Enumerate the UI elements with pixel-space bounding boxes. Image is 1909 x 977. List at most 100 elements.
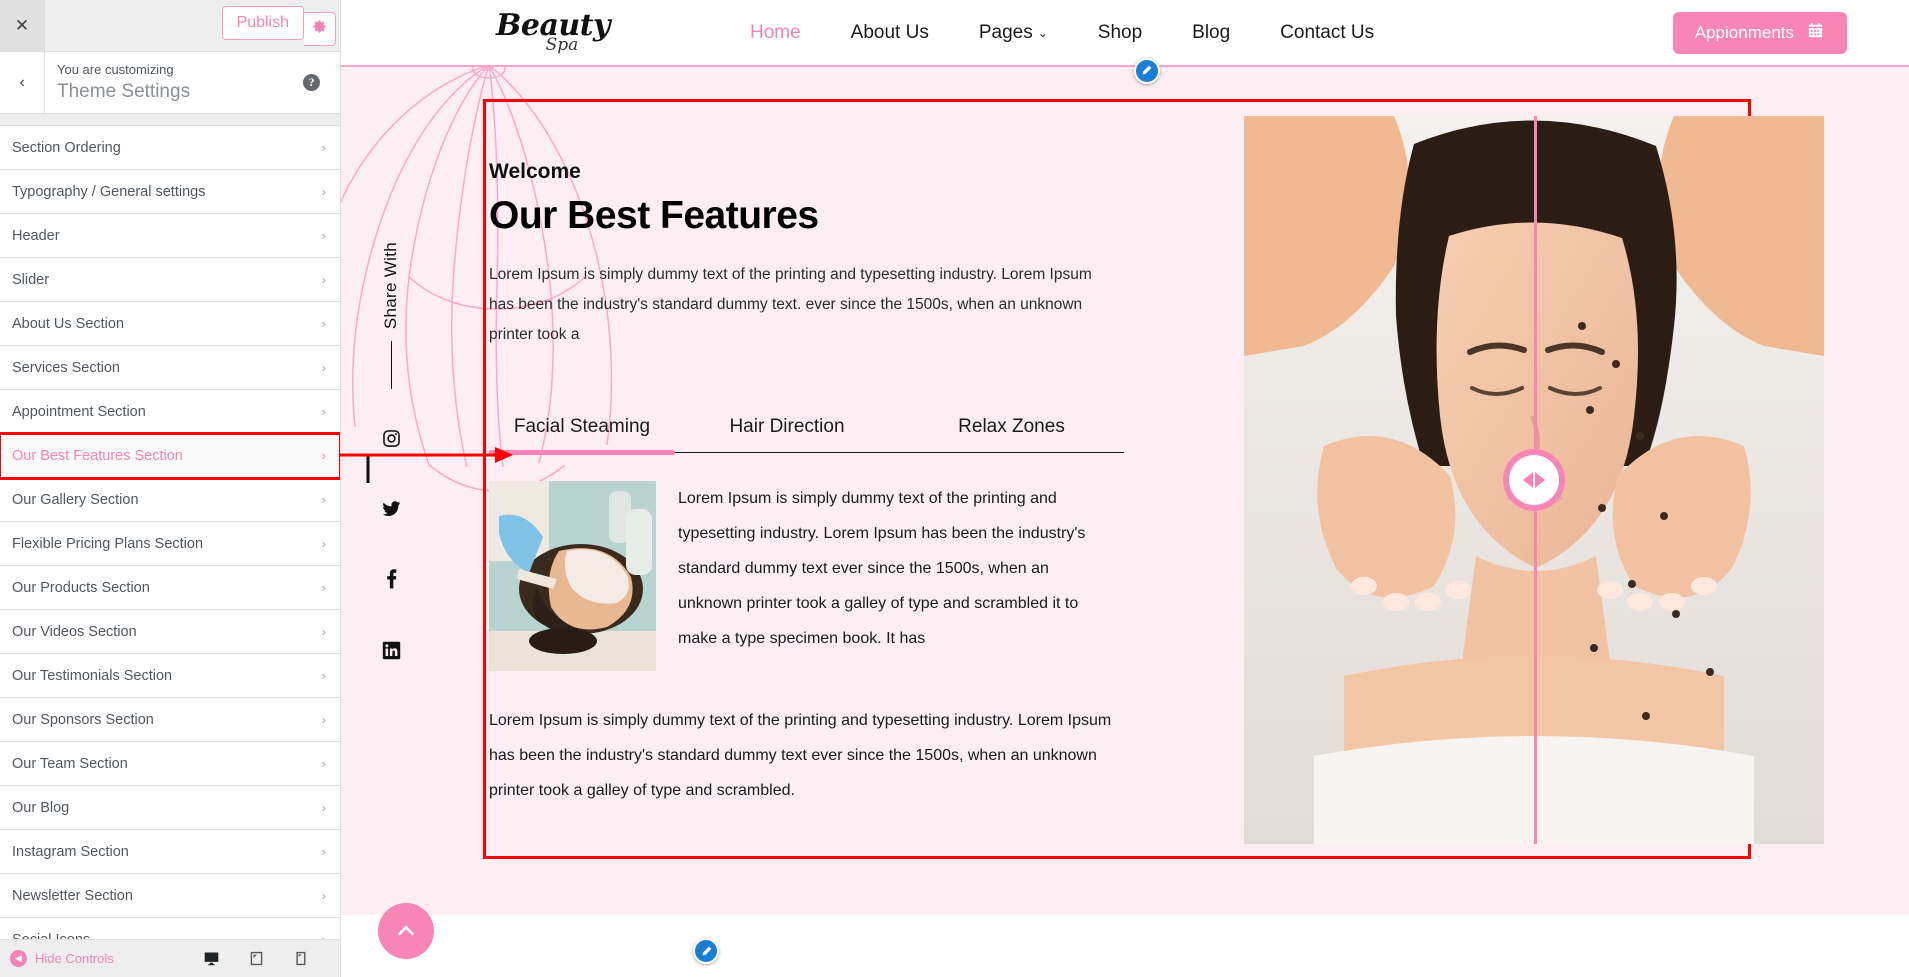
appointments-button[interactable]: Appionments — [1672, 11, 1847, 54]
features-footer-text: Lorem Ipsum is simply dummy text of the … — [489, 712, 1112, 799]
facebook-icon[interactable] — [385, 569, 398, 595]
chevron-right-icon: › — [321, 272, 326, 287]
sidebar-item-label: About Us Section — [12, 315, 125, 332]
scroll-to-top-button[interactable] — [378, 903, 434, 959]
sidebar-item-label: Services Section — [12, 359, 120, 376]
nav-link-label: Home — [749, 21, 801, 43]
sidebar-item-label: Our Videos Section — [12, 623, 137, 640]
linkedin-icon[interactable] — [382, 641, 401, 665]
customizer-header: ‹ You are customizing Theme Settings ? — [0, 52, 340, 114]
nav-link-about-us[interactable]: About Us — [851, 22, 929, 44]
features-intro-text: Lorem Ipsum is simply dummy text of the … — [489, 266, 1092, 343]
edit-pin-navigation-icon[interactable] — [1133, 57, 1160, 84]
sidebar-item-label: Header — [12, 227, 60, 244]
mobile-preview-button[interactable] — [293, 950, 308, 967]
sidebar-item-our-products-section[interactable]: Our Products Section › — [0, 566, 340, 610]
sidebar-item-our-testimonials-section[interactable]: Our Testimonials Section › — [0, 654, 340, 698]
edit-pin-scroll-top-icon[interactable] — [693, 938, 719, 964]
sidebar-item-label: Typography / General settings — [12, 183, 206, 200]
chevron-right-icon: › — [321, 140, 326, 155]
appointments-label: Appionments — [1694, 22, 1794, 42]
sidebar-item-typography-general-settings[interactable]: Typography / General settings › — [0, 170, 340, 214]
publish-settings-button[interactable] — [304, 12, 336, 46]
sidebar-item-instagram-section[interactable]: Instagram Section › — [0, 830, 340, 874]
hide-controls-button[interactable]: ◀ Hide Controls — [10, 950, 114, 967]
chevron-left-circle-icon: ◀ — [10, 950, 27, 967]
tab-facial-steaming[interactable]: Facial Steaming — [489, 416, 675, 455]
sidebar-item-section-ordering[interactable]: Section Ordering › — [0, 126, 340, 170]
chevron-right-icon: › — [321, 888, 326, 903]
customizer-header-text: You are customizing Theme Settings — [45, 61, 303, 105]
nav-link-label: About Us — [850, 21, 929, 43]
hide-controls-label: Hide Controls — [35, 951, 114, 966]
features-right-column — [1176, 102, 1824, 856]
device-preview-switcher — [203, 950, 330, 967]
publish-group: Publish — [221, 0, 340, 51]
sidebar-item-label: Our Testimonials Section — [12, 667, 173, 684]
chevron-right-icon: › — [321, 184, 326, 199]
site-body: Share With Welcome Our Best Features Lor… — [341, 67, 1909, 977]
close-customizer-button[interactable]: ✕ — [0, 0, 45, 51]
page-title: Theme Settings — [57, 80, 191, 102]
tab-relax-zones[interactable]: Relax Zones — [899, 416, 1124, 452]
before-after-comparison[interactable] — [1244, 116, 1824, 844]
chevron-right-icon: › — [321, 624, 326, 639]
sidebar-item-our-sponsors-section[interactable]: Our Sponsors Section › — [0, 698, 340, 742]
chevron-up-icon — [398, 925, 414, 936]
sidebar-item-header[interactable]: Header › — [0, 214, 340, 258]
sidebar-item-label: Slider — [12, 271, 50, 288]
arrow-right-icon — [1535, 472, 1545, 488]
twitter-icon[interactable] — [381, 499, 402, 523]
chevron-right-icon: › — [321, 712, 326, 727]
sidebar-item-slider[interactable]: Slider › — [0, 258, 340, 302]
section-divider — [0, 114, 340, 126]
site-logo[interactable]: Beauty Spa — [496, 11, 610, 54]
customizer-sidebar: ✕ Publish ‹ You are customizing Theme Se… — [0, 0, 341, 977]
tablet-preview-button[interactable] — [248, 950, 265, 967]
nav-link-label: Contact Us — [1280, 21, 1375, 43]
customizer-footer: ◀ Hide Controls — [0, 939, 340, 977]
sidebar-item-appointment-section[interactable]: Appointment Section › — [0, 390, 340, 434]
back-button[interactable]: ‹ — [0, 52, 45, 113]
nav-link-label: Shop — [1097, 21, 1143, 43]
chevron-right-icon: › — [321, 800, 326, 815]
site-preview: Beauty Spa Home About Us Pages ⌄ Shop Blog Con… — [341, 0, 1909, 977]
facial-treatment-photo — [489, 481, 656, 671]
sidebar-item-about-us-section[interactable]: About Us Section › — [0, 302, 340, 346]
nav-link-pages[interactable]: Pages ⌄ — [979, 22, 1048, 44]
sidebar-item-our-gallery-section[interactable]: Our Gallery Section › — [0, 478, 340, 522]
site-navigation: Home About Us Pages ⌄ Shop Blog Contact Us — [750, 22, 1374, 84]
chevron-right-icon: › — [321, 844, 326, 859]
sidebar-item-label: Flexible Pricing Plans Section — [12, 535, 204, 552]
nav-link-contact-us[interactable]: Contact Us — [1280, 22, 1374, 44]
sidebar-item-label: Our Best Features Section — [12, 447, 183, 464]
share-rail: Share With — [361, 242, 421, 711]
share-divider — [390, 341, 392, 390]
sidebar-item-label: Our Sponsors Section — [12, 711, 154, 728]
desktop-preview-button[interactable] — [203, 950, 220, 967]
publish-button[interactable]: Publish — [221, 6, 304, 41]
instagram-icon[interactable] — [382, 429, 401, 453]
sidebar-item-our-best-features-section[interactable]: Our Best Features Section › — [0, 432, 340, 480]
logo-line-2: Spa — [545, 35, 579, 55]
sidebar-item-services-section[interactable]: Services Section › — [0, 346, 340, 390]
sidebar-item-flexible-pricing-plans-section[interactable]: Flexible Pricing Plans Section › — [0, 522, 340, 566]
sidebar-item-our-blog[interactable]: Our Blog › — [0, 786, 340, 830]
help-icon[interactable]: ? — [303, 74, 320, 91]
sidebar-item-label: Our Blog — [12, 799, 70, 816]
chevron-right-icon: › — [321, 536, 326, 551]
customizer-topbar: ✕ Publish — [0, 0, 340, 52]
chevron-right-icon: › — [321, 668, 326, 683]
comparison-slider-handle[interactable] — [1503, 449, 1565, 511]
features-left-column: Welcome Our Best Features Lorem Ipsum is… — [486, 102, 1176, 856]
sidebar-item-our-team-section[interactable]: Our Team Section › — [0, 742, 340, 786]
nav-link-shop[interactable]: Shop — [1098, 22, 1142, 44]
sidebar-item-newsletter-section[interactable]: Newsletter Section › — [0, 874, 340, 918]
nav-link-label: Pages — [978, 21, 1033, 43]
sidebar-item-our-videos-section[interactable]: Our Videos Section › — [0, 610, 340, 654]
nav-link-blog[interactable]: Blog — [1192, 22, 1230, 44]
nav-link-home[interactable]: Home — [750, 22, 801, 44]
chevron-right-icon: › — [321, 360, 326, 375]
tab-hair-direction[interactable]: Hair Direction — [675, 416, 899, 452]
